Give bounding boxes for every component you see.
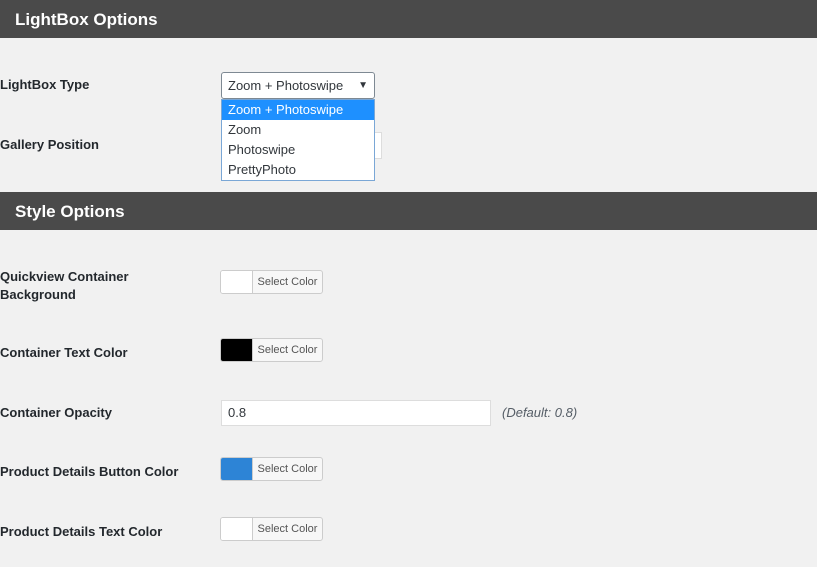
select-color-button[interactable]: Select Color <box>253 518 322 540</box>
dropdown-option-prettyphoto[interactable]: PrettyPhoto <box>222 160 374 180</box>
lightbox-type-select[interactable]: Zoom + Photoswipe ▼ <box>221 72 375 99</box>
select-color-button[interactable]: Select Color <box>253 458 322 480</box>
lightbox-options-title: LightBox Options <box>15 10 158 29</box>
lightbox-type-selected-value: Zoom + Photoswipe <box>228 78 344 93</box>
style-options-title: Style Options <box>15 202 125 221</box>
style-options-header: Style Options <box>0 192 817 230</box>
product-details-text-color-picker[interactable]: Select Color <box>220 517 323 541</box>
container-opacity-default-hint: (Default: 0.8) <box>502 405 578 420</box>
container-opacity-input[interactable]: 0.8 <box>221 400 491 426</box>
product-details-button-color-label: Product Details Button Color <box>0 464 179 479</box>
gallery-position-label: Gallery Position <box>0 137 99 152</box>
dropdown-option-photoswipe[interactable]: Photoswipe <box>222 140 374 160</box>
select-color-button[interactable]: Select Color <box>253 271 322 293</box>
quickview-bg-color-picker[interactable]: Select Color <box>220 270 323 294</box>
container-opacity-label: Container Opacity <box>0 405 112 420</box>
select-color-button[interactable]: Select Color <box>253 339 322 361</box>
chevron-down-icon: ▼ <box>358 80 368 91</box>
product-details-button-color-picker[interactable]: Select Color <box>220 457 323 481</box>
settings-page: LightBox Options LightBox Type Zoom + Ph… <box>0 0 817 567</box>
quickview-bg-swatch <box>221 271 253 293</box>
quickview-bg-label: Quickview Container Background <box>0 269 129 302</box>
lightbox-type-dropdown: Zoom + Photoswipe Zoom Photoswipe Pretty… <box>221 99 375 181</box>
product-details-text-color-swatch <box>221 518 253 540</box>
product-details-text-color-label: Product Details Text Color <box>0 524 163 539</box>
lightbox-options-header: LightBox Options <box>0 0 817 38</box>
container-text-color-swatch <box>221 339 253 361</box>
product-details-button-color-swatch <box>221 458 253 480</box>
container-text-color-label: Container Text Color <box>0 345 128 360</box>
dropdown-option-zoom-photoswipe[interactable]: Zoom + Photoswipe <box>222 100 374 120</box>
container-text-color-picker[interactable]: Select Color <box>220 338 323 362</box>
dropdown-option-zoom[interactable]: Zoom <box>222 120 374 140</box>
lightbox-type-label: LightBox Type <box>0 77 90 92</box>
